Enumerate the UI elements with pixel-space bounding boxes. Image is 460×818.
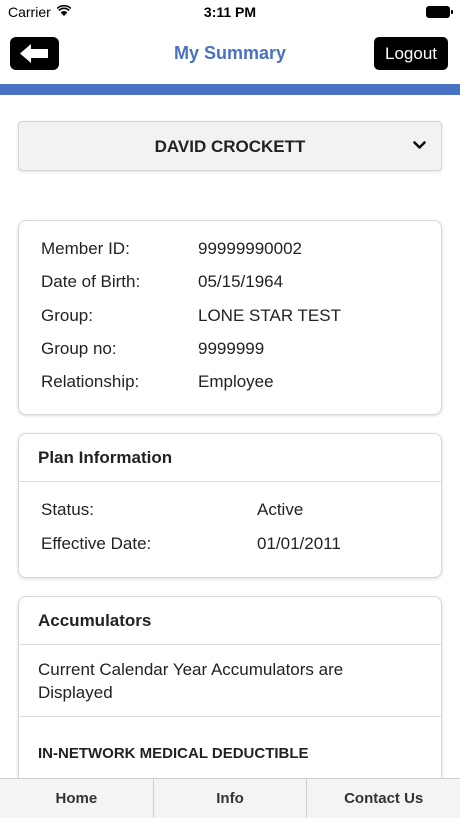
plan-info-title: Plan Information (19, 434, 441, 482)
member-selector[interactable]: DAVID CROCKETT (18, 121, 442, 171)
app-header: My Summary Logout (0, 24, 460, 84)
accumulators-card: Accumulators Current Calendar Year Accum… (18, 596, 442, 796)
relationship-label: Relationship: (41, 372, 140, 391)
accumulators-description: Current Calendar Year Accumulators are D… (19, 645, 441, 717)
group-label: Group: (41, 306, 93, 325)
effective-date-value: 01/01/2011 (257, 534, 341, 553)
dob-row: Date of Birth: 05/15/1964 (41, 272, 283, 292)
status-label: Status: (41, 500, 94, 519)
effective-date-label: Effective Date: (41, 534, 152, 553)
dob-label: Date of Birth: (41, 272, 141, 291)
logout-button[interactable]: Logout (374, 37, 448, 70)
member-id-value: 99999990002 (198, 239, 303, 258)
battery-icon (426, 6, 454, 18)
relationship-row: Relationship: Employee (41, 372, 274, 392)
dob-value: 05/15/1964 (198, 272, 284, 291)
group-no-row: Group no: 9999999 (41, 339, 264, 359)
member-id-label: Member ID: (41, 239, 130, 258)
tab-home[interactable]: Home (0, 779, 154, 818)
plan-info-card: Plan Information Status: Active Effectiv… (18, 433, 442, 578)
effective-date-row: Effective Date: 01/01/2011 (41, 534, 341, 554)
chevron-down-icon (413, 141, 426, 149)
status-time: 3:11 PM (203, 4, 257, 20)
back-button[interactable] (10, 37, 59, 70)
tab-info[interactable]: Info (154, 779, 308, 818)
relationship-value: Employee (198, 372, 274, 391)
member-info-card: Member ID: 99999990002 Date of Birth: 05… (18, 220, 442, 415)
header-accent-bar (0, 84, 460, 95)
group-no-value: 9999999 (198, 339, 265, 358)
member-id-row: Member ID: 99999990002 (41, 239, 302, 259)
member-name: DAVID CROCKETT (154, 137, 306, 156)
tab-contact-us[interactable]: Contact Us (307, 779, 460, 818)
accumulators-title: Accumulators (19, 597, 441, 645)
group-no-label: Group no: (41, 339, 117, 358)
status-bar: Carrier 3:11 PM (0, 0, 460, 24)
status-value: Active (257, 500, 304, 519)
back-arrow-icon (20, 44, 48, 63)
status-row: Status: Active (41, 500, 303, 520)
group-value: LONE STAR TEST (198, 306, 341, 325)
bottom-tab-bar: Home Info Contact Us (0, 778, 460, 818)
in-network-deductible-heading: IN-NETWORK MEDICAL DEDUCTIBLE (38, 745, 309, 762)
group-row: Group: LONE STAR TEST (41, 306, 341, 326)
